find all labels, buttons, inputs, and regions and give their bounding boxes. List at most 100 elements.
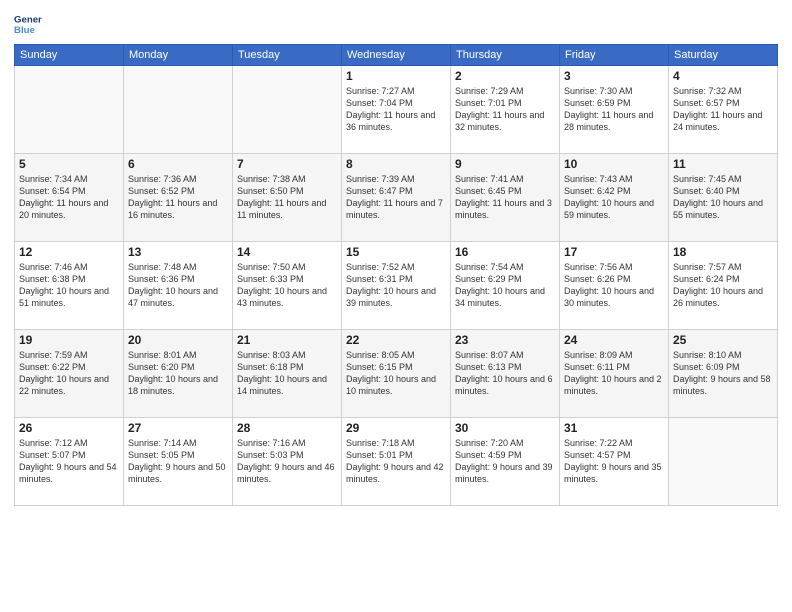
calendar-cell xyxy=(124,66,233,154)
calendar-cell: 24 Sunrise: 8:09 AMSunset: 6:11 PMDayligh… xyxy=(560,330,669,418)
weekday-header-tuesday: Tuesday xyxy=(233,45,342,66)
calendar-cell: 3Sunrise: 7:30 AMSunset: 6:59 PMDaylight… xyxy=(560,66,669,154)
day-info: Sunrise: 7:20 AMSunset: 4:59 PMDaylight:… xyxy=(455,437,555,486)
day-info: Sunrise: 7:59 AMSunset: 6:22 PMDaylight:… xyxy=(19,349,119,398)
weekday-header-wednesday: Wednesday xyxy=(342,45,451,66)
day-info: Sunrise: 7:27 AMSunset: 7:04 PMDaylight:… xyxy=(346,85,446,134)
day-number: 5 xyxy=(19,157,119,171)
day-number: 24 xyxy=(564,333,664,347)
day-number: 6 xyxy=(128,157,228,171)
day-number: 4 xyxy=(673,69,773,83)
calendar-cell: 18 Sunrise: 7:57 AMSunset: 6:24 PMDayligh… xyxy=(669,242,778,330)
calendar-cell: 31 Sunrise: 7:22 AMSunset: 4:57 PMDayligh… xyxy=(560,418,669,506)
day-number: 22 xyxy=(346,333,446,347)
calendar-cell: 13 Sunrise: 7:48 AMSunset: 6:36 PMDayligh… xyxy=(124,242,233,330)
day-number: 29 xyxy=(346,421,446,435)
day-number: 25 xyxy=(673,333,773,347)
calendar-cell: 29 Sunrise: 7:18 AMSunset: 5:01 PMDayligh… xyxy=(342,418,451,506)
day-info: Sunrise: 7:16 AMSunset: 5:03 PMDaylight:… xyxy=(237,437,337,486)
calendar-cell: 7 Sunrise: 7:38 AMSunset: 6:50 PMDaylight… xyxy=(233,154,342,242)
day-info: Sunrise: 7:30 AMSunset: 6:59 PMDaylight:… xyxy=(564,85,664,134)
day-info: Sunrise: 8:09 AMSunset: 6:11 PMDaylight:… xyxy=(564,349,664,398)
day-info: Sunrise: 8:07 AMSunset: 6:13 PMDaylight:… xyxy=(455,349,555,398)
weekday-header-monday: Monday xyxy=(124,45,233,66)
calendar-cell: 9 Sunrise: 7:41 AMSunset: 6:45 PMDaylight… xyxy=(451,154,560,242)
svg-text:Blue: Blue xyxy=(14,25,35,36)
calendar-cell: 23 Sunrise: 8:07 AMSunset: 6:13 PMDayligh… xyxy=(451,330,560,418)
weekday-header-friday: Friday xyxy=(560,45,669,66)
day-info: Sunrise: 8:05 AMSunset: 6:15 PMDaylight:… xyxy=(346,349,446,398)
day-number: 15 xyxy=(346,245,446,259)
day-number: 9 xyxy=(455,157,555,171)
calendar-cell: 17 Sunrise: 7:56 AMSunset: 6:26 PMDayligh… xyxy=(560,242,669,330)
calendar-week-1: 1 Sunrise: 7:27 AMSunset: 7:04 PMDaylight… xyxy=(15,66,778,154)
day-info: Sunrise: 8:03 AMSunset: 6:18 PMDaylight:… xyxy=(237,349,337,398)
calendar-week-4: 19 Sunrise: 7:59 AMSunset: 6:22 PMDayligh… xyxy=(15,330,778,418)
calendar-body: 1 Sunrise: 7:27 AMSunset: 7:04 PMDaylight… xyxy=(15,66,778,506)
day-info: Sunrise: 7:56 AMSunset: 6:26 PMDaylight:… xyxy=(564,261,664,310)
day-number: 31 xyxy=(564,421,664,435)
day-info: Sunrise: 7:43 AMSunset: 6:42 PMDaylight:… xyxy=(564,173,664,222)
day-number: 11 xyxy=(673,157,773,171)
day-number: 16 xyxy=(455,245,555,259)
day-info: Sunrise: 7:38 AMSunset: 6:50 PMDaylight:… xyxy=(237,173,337,222)
calendar-cell: 16 Sunrise: 7:54 AMSunset: 6:29 PMDayligh… xyxy=(451,242,560,330)
day-number: 7 xyxy=(237,157,337,171)
day-info: Sunrise: 7:50 AMSunset: 6:33 PMDaylight:… xyxy=(237,261,337,310)
weekday-header-thursday: Thursday xyxy=(451,45,560,66)
day-info: Sunrise: 7:34 AMSunset: 6:54 PMDaylight:… xyxy=(19,173,119,222)
day-info: Sunrise: 7:36 AMSunset: 6:52 PMDaylight:… xyxy=(128,173,228,222)
day-info: Sunrise: 7:52 AMSunset: 6:31 PMDaylight:… xyxy=(346,261,446,310)
calendar-cell: 20 Sunrise: 8:01 AMSunset: 6:20 PMDayligh… xyxy=(124,330,233,418)
day-info: Sunrise: 8:01 AMSunset: 6:20 PMDaylight:… xyxy=(128,349,228,398)
day-info: Sunrise: 7:14 AMSunset: 5:05 PMDaylight:… xyxy=(128,437,228,486)
day-number: 12 xyxy=(19,245,119,259)
calendar-cell: 12Sunrise: 7:46 AMSunset: 6:38 PMDayligh… xyxy=(15,242,124,330)
day-number: 14 xyxy=(237,245,337,259)
calendar-cell: 19 Sunrise: 7:59 AMSunset: 6:22 PMDayligh… xyxy=(15,330,124,418)
day-info: Sunrise: 7:32 AMSunset: 6:57 PMDaylight:… xyxy=(673,85,773,134)
day-number: 10 xyxy=(564,157,664,171)
calendar-cell xyxy=(669,418,778,506)
day-info: Sunrise: 7:29 AMSunset: 7:01 PMDaylight:… xyxy=(455,85,555,134)
weekday-header-saturday: Saturday xyxy=(669,45,778,66)
day-number: 21 xyxy=(237,333,337,347)
calendar-cell xyxy=(15,66,124,154)
calendar-cell: 14 Sunrise: 7:50 AMSunset: 6:33 PMDayligh… xyxy=(233,242,342,330)
calendar-cell: 8Sunrise: 7:39 AMSunset: 6:47 PMDaylight… xyxy=(342,154,451,242)
day-number: 27 xyxy=(128,421,228,435)
svg-text:General: General xyxy=(14,14,42,25)
day-number: 30 xyxy=(455,421,555,435)
calendar-cell: 21 Sunrise: 8:03 AMSunset: 6:18 PMDayligh… xyxy=(233,330,342,418)
day-number: 19 xyxy=(19,333,119,347)
logo: General Blue xyxy=(14,10,42,38)
day-number: 20 xyxy=(128,333,228,347)
calendar-cell: 5 Sunrise: 7:34 AMSunset: 6:54 PMDaylight… xyxy=(15,154,124,242)
day-info: Sunrise: 7:12 AMSunset: 5:07 PMDaylight:… xyxy=(19,437,119,486)
calendar-cell: 25Sunrise: 8:10 AMSunset: 6:09 PMDayligh… xyxy=(669,330,778,418)
calendar-cell: 2Sunrise: 7:29 AMSunset: 7:01 PMDaylight… xyxy=(451,66,560,154)
logo-icon: General Blue xyxy=(14,10,42,38)
calendar-page: General Blue SundayMondayTuesdayWednesda… xyxy=(0,0,792,612)
day-number: 17 xyxy=(564,245,664,259)
day-info: Sunrise: 7:48 AMSunset: 6:36 PMDaylight:… xyxy=(128,261,228,310)
day-info: Sunrise: 7:41 AMSunset: 6:45 PMDaylight:… xyxy=(455,173,555,222)
day-info: Sunrise: 7:57 AMSunset: 6:24 PMDaylight:… xyxy=(673,261,773,310)
day-number: 13 xyxy=(128,245,228,259)
day-number: 18 xyxy=(673,245,773,259)
weekday-row: SundayMondayTuesdayWednesdayThursdayFrid… xyxy=(15,45,778,66)
day-info: Sunrise: 7:18 AMSunset: 5:01 PMDaylight:… xyxy=(346,437,446,486)
calendar-cell: 22 Sunrise: 8:05 AMSunset: 6:15 PMDayligh… xyxy=(342,330,451,418)
calendar-cell: 10 Sunrise: 7:43 AMSunset: 6:42 PMDayligh… xyxy=(560,154,669,242)
day-number: 26 xyxy=(19,421,119,435)
day-number: 1 xyxy=(346,69,446,83)
calendar-week-5: 26 Sunrise: 7:12 AMSunset: 5:07 PMDayligh… xyxy=(15,418,778,506)
calendar-cell: 30 Sunrise: 7:20 AMSunset: 4:59 PMDayligh… xyxy=(451,418,560,506)
calendar-cell: 26 Sunrise: 7:12 AMSunset: 5:07 PMDayligh… xyxy=(15,418,124,506)
day-info: Sunrise: 7:54 AMSunset: 6:29 PMDaylight:… xyxy=(455,261,555,310)
day-info: Sunrise: 7:22 AMSunset: 4:57 PMDaylight:… xyxy=(564,437,664,486)
calendar-week-2: 5 Sunrise: 7:34 AMSunset: 6:54 PMDaylight… xyxy=(15,154,778,242)
day-number: 23 xyxy=(455,333,555,347)
calendar-cell: 4 Sunrise: 7:32 AMSunset: 6:57 PMDaylight… xyxy=(669,66,778,154)
day-info: Sunrise: 7:45 AMSunset: 6:40 PMDaylight:… xyxy=(673,173,773,222)
